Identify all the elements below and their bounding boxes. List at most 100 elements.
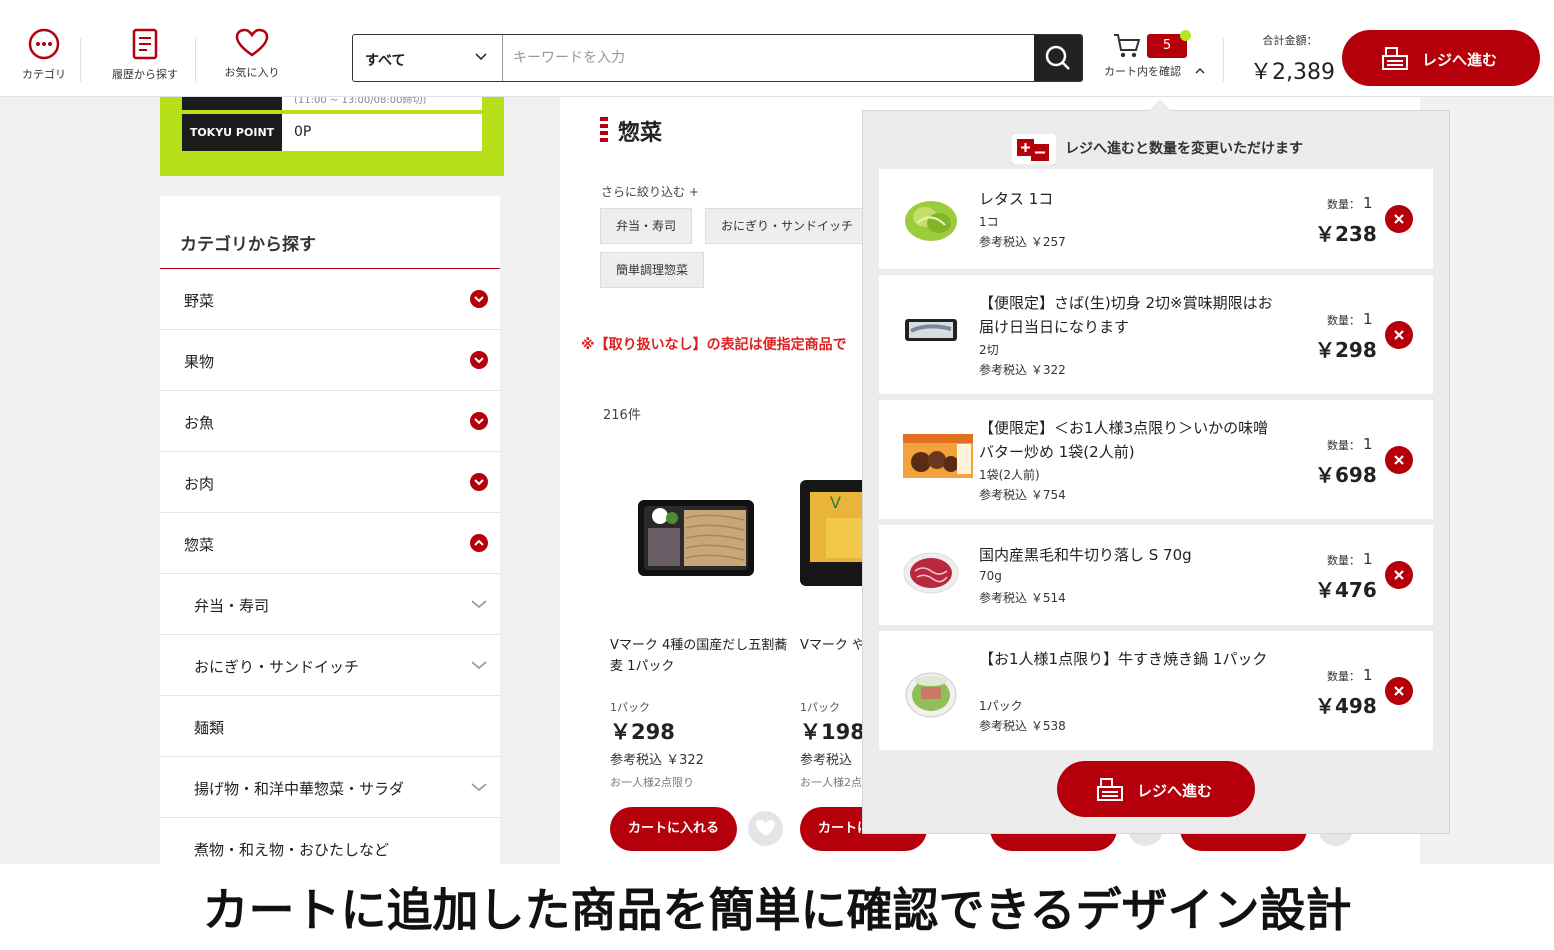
favorite-button[interactable] [748,811,783,846]
product-image [638,500,754,576]
checkout-button[interactable]: レジへ進む [1342,30,1540,86]
cart-item-price: ￥476 [1315,578,1377,602]
cart-item-name[interactable]: 【お1人様1点限り】牛すき焼き鍋 1パック [979,647,1279,671]
product-size: 1パック [610,701,650,714]
cart-label-text: カート内を確認 [1104,65,1181,78]
sidebar-item[interactable]: 野菜 [160,269,500,330]
cart-item-image [903,433,973,482]
sidebar-item[interactable]: 揚げ物・和洋中華惣菜・サラダ [160,757,500,818]
qty-label: 数量： [1327,313,1360,327]
cart-item-image [903,193,959,247]
sidebar-item-label: お肉 [184,475,215,493]
sidebar-item[interactable]: お肉 [160,452,500,513]
delivery-info-row: (11:00 ~ 13:00/08:00締切) [182,97,482,110]
chevron-down-icon [470,596,488,616]
sidebar-item-label: お魚 [184,414,215,432]
cart-item-name[interactable]: 【便限定】＜お1人様3点限り＞いかの味噌バター炒め 1袋(2人前) [979,416,1279,464]
caption: カートに追加した商品を簡単に確認できるデザイン設計 [0,872,1554,948]
chevron-down-icon [470,657,488,677]
total-value: ￥2,389 [1250,60,1335,85]
cart-dropdown: レジへ進むと数量を変更いただけます レタス 1コ 1コ 参考税込 ￥257 数量： 1 ￥… [862,99,1450,834]
remove-item-button[interactable] [1385,676,1413,705]
cart-item-qty: 数量： 1 [1327,550,1373,568]
cart-item-size: 1パック [979,699,1023,713]
close-icon [1394,214,1404,224]
cart-item-size: 1コ [979,215,999,229]
chevron-up-icon [1194,67,1205,74]
dropdown-checkout-button[interactable]: レジへ進む [1057,761,1255,817]
sidebar-item-label: 弁当・寿司 [194,597,270,615]
sidebar-item-label: おにぎり・サンドイッチ [194,658,360,676]
cart-button[interactable]: 5 カート内を確認 [1100,30,1210,82]
point-label: TOKYU POINT [182,114,282,151]
product-tax-price: 参考税込 ￥322 [610,753,704,768]
product-tax-price: 参考税込 [800,753,853,768]
remove-item-button[interactable] [1385,445,1413,474]
sidebar-item[interactable]: おにぎり・サンドイッチ [160,635,500,696]
add-to-cart-button[interactable]: カートに入れる [610,807,737,851]
sidebar-item[interactable]: 弁当・寿司 [160,574,500,635]
search-button[interactable] [1034,35,1082,81]
cart-item-name[interactable]: 【便限定】さば(生)切身 2切※賞味期限はお届け日当日になります [979,291,1279,339]
cart-item-image [903,665,959,725]
cart-item-tax-price: 参考税込 ￥538 [979,719,1066,733]
cart-item-qty: 数量： 1 [1327,666,1373,684]
chevron-down-icon [470,290,488,308]
sidebar-item-label: 惣菜 [184,536,215,554]
cart-item-name[interactable]: 国内産黒毛和牛切り落し S 70g [979,543,1279,567]
remove-item-button[interactable] [1385,561,1413,589]
close-icon [1394,570,1404,580]
product-limit: お一人様2点限り [610,776,694,789]
point-value: 0P [294,124,312,140]
result-count: 216件 [603,408,641,423]
nav-favorites[interactable]: お気に入り [218,28,286,80]
close-icon [1394,329,1404,340]
chip-easy-cook[interactable]: 簡単調理惣菜 [600,252,705,288]
cart-item-size: 70g [979,569,1002,583]
qty-value: 1 [1363,434,1373,453]
close-icon [1394,685,1404,696]
cart-item: 【便限定】さば(生)切身 2切※賞味期限はお届け日当日になります 2切参考税込 ￥… [879,275,1433,394]
nav-category-label: カテゴリ [22,68,66,81]
nav-favorites-label: お気に入り [224,66,280,79]
screen: カテゴリ 履歴から探す お気に入り すべて 5 カート内を確認 [0,0,1554,864]
sidebar-item[interactable]: 煮物・和え物・おひたしなど [160,818,500,864]
product-name[interactable]: Vマーク 4種の国産だし五割蕎麦 1パック [610,635,790,677]
close-icon [1394,454,1404,465]
search-bar: すべて [352,34,1083,82]
cart-item-name[interactable]: レタス 1コ [979,187,1279,211]
member-panel: (11:00 ~ 13:00/08:00締切) TOKYU POINT 0P [160,97,504,176]
sidebar-item[interactable]: お魚 [160,391,500,452]
chip-bento[interactable]: 弁当・寿司 [600,208,693,244]
cart-item-price: ￥698 [1315,462,1377,487]
cart-item-size: 2切 [979,343,999,357]
register-icon [1097,778,1123,801]
cart-item-image [903,309,959,353]
nav-history[interactable]: 履歴から探す [105,28,185,82]
search-scope-select[interactable]: すべて [353,35,503,81]
sidebar-item-label: 果物 [184,353,215,371]
remove-item-button[interactable] [1385,205,1413,233]
cart-item-qty: 数量： 1 [1327,194,1373,212]
cart-item: 国内産黒毛和牛切り落し S 70g 70g 参考税込 ￥514 数量： 1 ￥476 [879,525,1433,625]
chevron-down-icon [475,53,487,61]
sidebar-item[interactable]: 惣菜 [160,513,500,574]
sidebar-item[interactable]: 麺類 [160,696,500,757]
cart-item: レタス 1コ 1コ 参考税込 ￥257 数量： 1 ￥238 [879,169,1433,269]
sidebar-item-label: 野菜 [184,292,215,310]
cart-item-size: 1袋(2人前) [979,468,1040,482]
chip-onigiri[interactable]: おにぎり・サンドイッチ [705,208,870,244]
title-marker-icon [600,117,608,142]
qty-value: 1 [1363,309,1373,328]
refine-toggle[interactable]: さらに絞り込む + [601,183,699,200]
chevron-down-icon [470,412,488,430]
heart-icon [235,28,269,57]
cart-item-tax-price: 参考税込 ￥322 [979,363,1066,377]
qty-label: 数量： [1327,438,1360,452]
nav-category[interactable]: カテゴリ [14,28,74,82]
cart-item-price: ￥238 [1315,222,1377,246]
sidebar-item[interactable]: 果物 [160,330,500,391]
search-input[interactable] [503,35,1035,81]
remove-item-button[interactable] [1385,320,1413,349]
product-size: 1パック [800,701,840,714]
